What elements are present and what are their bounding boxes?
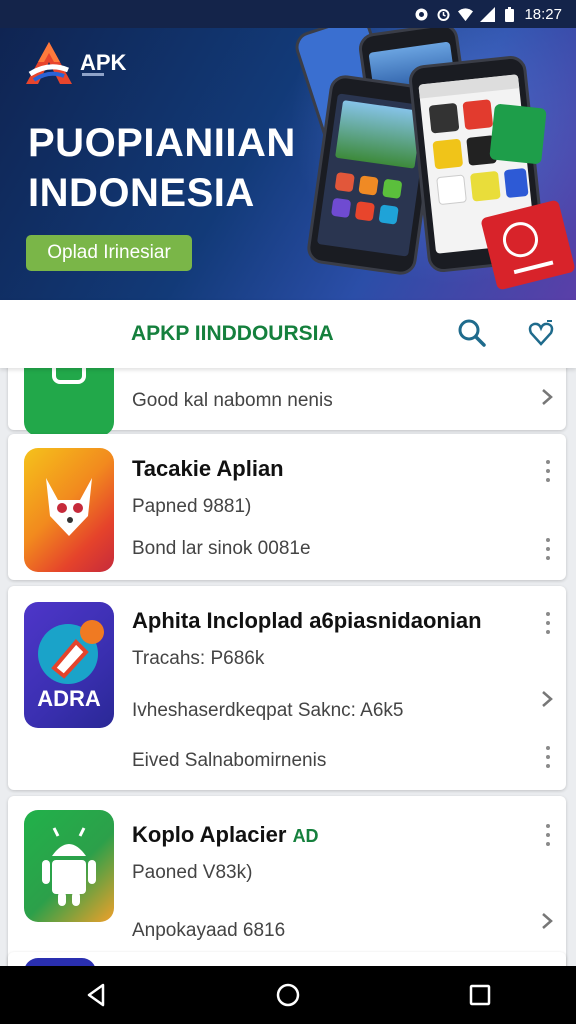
- app-card[interactable]: ADRA Aphita Incloplad a6piasnidaonian Tr…: [8, 586, 566, 790]
- app-card-title: Koplo Aplacier AD: [132, 822, 319, 848]
- back-icon: [87, 983, 105, 1007]
- app-card-title: Tacakie Aplian: [132, 456, 284, 481]
- more-options-icon[interactable]: [544, 746, 552, 768]
- app-card-version: Paoned V83k): [132, 862, 253, 883]
- app-card-badge: AD: [292, 826, 319, 846]
- app-card-desc: Ivheshaserdkeqpat Saknc: A6k5: [132, 700, 404, 721]
- chevron-right-icon[interactable]: [540, 912, 554, 930]
- more-options-icon[interactable]: [544, 824, 552, 846]
- home-button[interactable]: [268, 975, 308, 1015]
- app-list[interactable]: Good kal nabomn nenis Tacakie Aplian Pap…: [0, 368, 576, 966]
- app-card-version: Papned 9881): [132, 496, 252, 517]
- top-app-bar: APKP IINDDOURSIA: [0, 300, 576, 368]
- banner-cta-button[interactable]: Oplad Irinesiar: [26, 235, 192, 271]
- hero-banner[interactable]: APK PUOPIANIIAN INDONESIA Oplad Irinesia…: [0, 0, 576, 300]
- record-icon: [414, 7, 429, 22]
- chevron-right-icon[interactable]: [540, 690, 554, 708]
- search-button[interactable]: [455, 316, 489, 350]
- more-options-icon[interactable]: [544, 612, 552, 634]
- banner-title-line2: INDONESIA: [28, 171, 255, 215]
- wifi-icon: [458, 7, 474, 22]
- app-icon: [24, 810, 114, 922]
- floating-card-green: [489, 103, 547, 165]
- app-card-subdesc: Eived Salnabomirnenis: [132, 750, 327, 771]
- app-icon: [24, 368, 114, 436]
- home-icon: [276, 983, 300, 1007]
- app-icon-label: ADRA: [37, 686, 101, 711]
- more-options-icon[interactable]: [544, 538, 552, 560]
- app-card-desc: Anpokayaad 6816: [132, 920, 286, 941]
- android-icon: [42, 827, 96, 906]
- banner-title-line1: PUOPIANIIAN: [28, 121, 296, 165]
- banner-title: PUOPIANIIAN INDONESIA: [28, 118, 328, 218]
- status-bar: 18:27: [0, 0, 576, 28]
- app-card-title: Aphita Incloplad a6piasnidaonian: [132, 608, 482, 633]
- app-card-desc: Bond lar sinok 0081e: [132, 538, 311, 559]
- search-icon: [458, 319, 486, 347]
- app-card[interactable]: Koplo Aplacier AD Paoned V83k) Anpokayaa…: [8, 796, 566, 966]
- battery-icon: [502, 6, 517, 22]
- apk-logo: APK: [24, 40, 126, 86]
- app-card-version: Tracahs: P686k: [132, 648, 265, 669]
- app-card[interactable]: Tacakie Aplian Papned 9881) Bond lar sin…: [8, 434, 566, 580]
- system-nav-bar: [0, 966, 576, 1024]
- chevron-right-icon[interactable]: [540, 388, 554, 406]
- alarm-icon: [436, 7, 451, 22]
- apk-logo-icon: [26, 42, 72, 84]
- favorite-button[interactable]: [524, 316, 558, 350]
- more-options-icon[interactable]: [544, 460, 552, 482]
- favorite-icon: [528, 320, 554, 346]
- status-time: 18:27: [524, 5, 562, 23]
- recents-button[interactable]: [460, 975, 500, 1015]
- app-icon: [24, 958, 96, 966]
- app-card[interactable]: Good kal nabomn nenis: [8, 368, 566, 436]
- app-card-title-text: Koplo Aplacier: [132, 822, 287, 847]
- logo-subtitle-mark: [82, 73, 104, 76]
- app-icon: ADRA: [24, 602, 114, 728]
- app-card[interactable]: [8, 952, 566, 966]
- app-icon: [24, 448, 114, 572]
- app-bar-title: APKP IINDDOURSIA: [131, 322, 334, 345]
- signal-icon: [480, 6, 496, 22]
- app-card-desc: Good kal nabomn nenis: [132, 390, 333, 411]
- recents-icon: [469, 984, 491, 1006]
- back-button[interactable]: [76, 975, 116, 1015]
